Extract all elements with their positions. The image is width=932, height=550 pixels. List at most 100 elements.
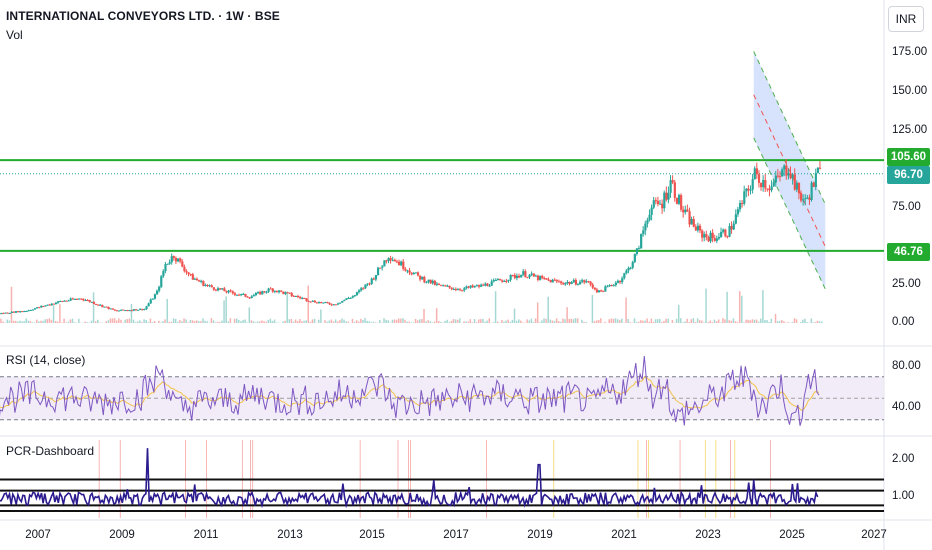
volume-bar xyxy=(511,319,514,323)
volume-bar xyxy=(149,318,152,323)
volume-bar xyxy=(23,321,25,323)
price-candle xyxy=(19,311,22,313)
price-candle xyxy=(267,288,270,292)
volume-bar xyxy=(345,321,347,323)
price-candle xyxy=(48,304,51,306)
price-candle xyxy=(791,174,794,179)
chart-canvas[interactable] xyxy=(0,0,932,550)
price-candle xyxy=(320,302,323,304)
volume-bar xyxy=(177,321,179,323)
price-candle xyxy=(107,306,110,310)
price-candle xyxy=(362,288,365,290)
volume-bar xyxy=(14,320,17,323)
price-candle xyxy=(0,313,3,315)
volume-bar xyxy=(671,320,674,323)
support-price-badge: 46.76 xyxy=(887,243,930,261)
price-candle xyxy=(189,274,192,276)
price-candle xyxy=(555,280,559,282)
price-candle xyxy=(366,283,369,285)
price-candle xyxy=(778,175,782,177)
price-candle xyxy=(427,279,430,282)
price-candle xyxy=(23,311,26,313)
volume-bar xyxy=(391,319,394,323)
price-candle xyxy=(800,193,803,201)
price-candle xyxy=(560,281,563,284)
time-tick: 2009 xyxy=(109,529,135,541)
volume-bar xyxy=(633,318,636,323)
price-candle xyxy=(661,203,664,209)
volume-bar xyxy=(204,320,206,323)
price-candle xyxy=(423,276,426,283)
price-candle xyxy=(90,301,93,303)
pcr-label[interactable]: PCR-Dashboard xyxy=(6,444,94,458)
price-candle xyxy=(336,303,340,305)
volume-bar xyxy=(713,319,716,323)
volume-bar xyxy=(59,304,61,323)
price-candle xyxy=(698,225,702,231)
volume-bar xyxy=(644,320,646,323)
volume-bar xyxy=(233,318,236,323)
price-candle xyxy=(597,290,601,293)
price-candle xyxy=(126,310,129,312)
price-candle xyxy=(147,303,150,307)
price-candle xyxy=(635,248,639,255)
volume-bar xyxy=(360,318,362,323)
volume-bar xyxy=(654,319,657,323)
volume-bar xyxy=(619,320,621,323)
price-candle xyxy=(494,279,498,281)
price-candle xyxy=(610,284,613,286)
price-candle xyxy=(174,257,178,262)
volume-bar xyxy=(57,321,59,323)
volume-bar xyxy=(471,322,474,323)
price-candle xyxy=(364,284,367,289)
price-candle xyxy=(296,295,300,298)
volume-bar xyxy=(732,318,735,323)
pcr-tick: 2.00 xyxy=(892,453,915,465)
volume-bar xyxy=(290,319,293,323)
volume-bar xyxy=(543,318,545,323)
volume-bar xyxy=(698,320,701,323)
rsi-tick: 40.00 xyxy=(892,401,921,413)
price-candle xyxy=(315,302,319,304)
price-candle xyxy=(507,279,510,282)
volume-bar xyxy=(530,318,533,323)
price-candle xyxy=(642,230,645,234)
volume-bar xyxy=(629,322,632,323)
volume-bar xyxy=(783,321,785,323)
price-tick: 75.00 xyxy=(892,201,921,213)
volume-bar xyxy=(597,320,600,323)
price-candle xyxy=(743,191,746,204)
price-candle xyxy=(84,299,87,301)
price-candle xyxy=(696,225,700,231)
price-candle xyxy=(526,277,529,279)
price-candle xyxy=(591,284,594,288)
price-candle xyxy=(406,270,409,272)
price-candle xyxy=(648,214,651,221)
volume-bar xyxy=(65,322,67,323)
volume-bar xyxy=(551,320,554,323)
price-candle xyxy=(92,301,96,304)
price-candle xyxy=(143,309,146,311)
volume-bar xyxy=(166,298,168,323)
price-candle xyxy=(707,236,710,242)
price-candle xyxy=(115,310,119,312)
symbol-title[interactable]: INTERNATIONAL CONVEYORS LTD. · 1W · BSE xyxy=(6,9,280,23)
price-candle xyxy=(38,307,41,309)
volume-bar xyxy=(791,322,794,323)
currency-button[interactable]: INR xyxy=(888,6,924,32)
volume-bar xyxy=(494,291,497,323)
price-candle xyxy=(482,284,485,286)
volume-bar xyxy=(677,304,680,323)
price-candle xyxy=(515,275,519,278)
rsi-label[interactable]: RSI (14, close) xyxy=(6,353,85,367)
price-candle xyxy=(751,179,754,190)
price-candle xyxy=(720,231,723,237)
volume-bar xyxy=(42,320,44,323)
volume-bar xyxy=(296,321,299,323)
volume-label[interactable]: Vol xyxy=(6,28,23,42)
volume-bar xyxy=(219,321,221,323)
price-candle xyxy=(650,207,653,215)
price-candle xyxy=(755,168,759,175)
price-candle xyxy=(606,286,609,288)
volume-bar xyxy=(610,318,613,323)
